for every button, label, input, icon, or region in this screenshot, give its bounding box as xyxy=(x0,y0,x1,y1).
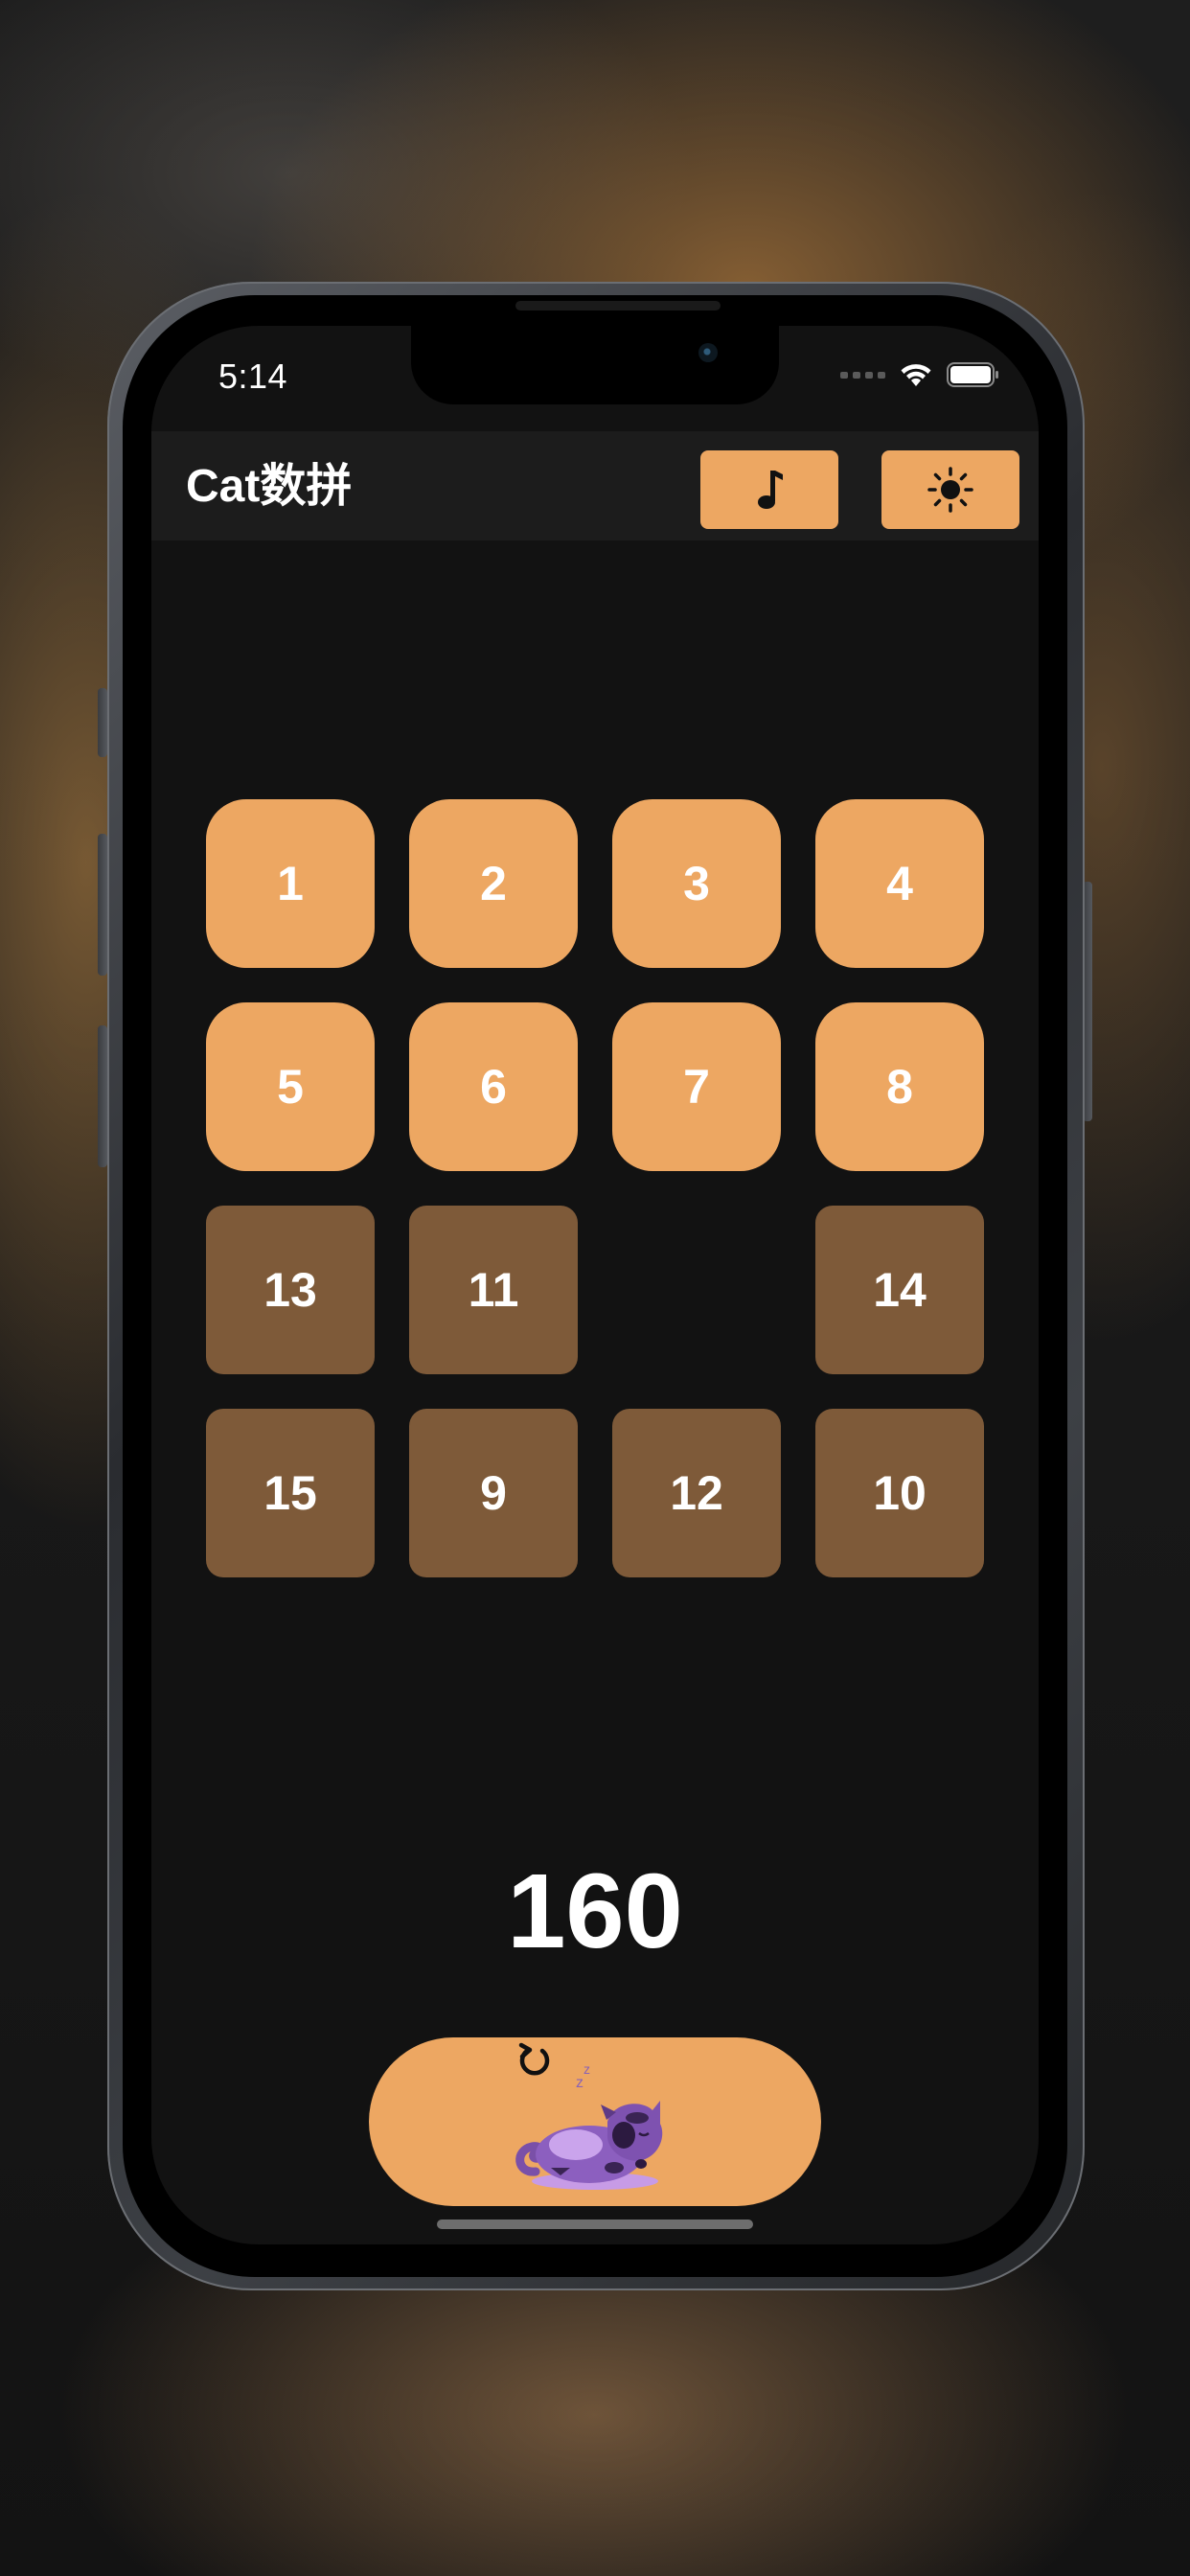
theme-button[interactable] xyxy=(881,450,1019,529)
tile[interactable]: 2 xyxy=(409,799,578,968)
phone-volume-up-button xyxy=(98,834,107,976)
status-icons xyxy=(840,360,1000,389)
score-display: 160 xyxy=(507,1852,683,1970)
tile[interactable]: 4 xyxy=(815,799,984,968)
status-time: 5:14 xyxy=(218,356,288,396)
svg-text:z: z xyxy=(576,2075,584,2091)
tile[interactable]: 13 xyxy=(206,1206,375,1374)
sun-icon xyxy=(927,467,973,513)
tile[interactable]: 8 xyxy=(815,1002,984,1171)
app-header: Cat数拼 xyxy=(151,431,1039,540)
phone-screen: 5:14 Cat数拼 1 2 3 4 5 6 7 8 13 11 14 15 9… xyxy=(151,326,1039,2244)
tile[interactable]: 3 xyxy=(612,799,781,968)
signal-dots-icon xyxy=(840,371,885,379)
tile[interactable]: 15 xyxy=(206,1409,375,1577)
tile[interactable]: 11 xyxy=(409,1206,578,1374)
app-title: Cat数拼 xyxy=(186,461,353,512)
tile[interactable]: 6 xyxy=(409,1002,578,1171)
reset-button[interactable]: z z xyxy=(369,2037,821,2206)
tile[interactable]: 10 xyxy=(815,1409,984,1577)
battery-icon xyxy=(947,362,998,387)
music-note-icon xyxy=(758,471,783,509)
front-camera xyxy=(698,343,718,362)
svg-text:z: z xyxy=(584,2061,590,2077)
tile[interactable]: 5 xyxy=(206,1002,375,1171)
wifi-icon xyxy=(901,364,931,386)
tile[interactable]: 7 xyxy=(612,1002,781,1171)
earpiece-speaker xyxy=(515,301,721,310)
tile[interactable]: 14 xyxy=(815,1206,984,1374)
phone-volume-down-button xyxy=(98,1025,107,1167)
dynamic-island-notch xyxy=(411,326,779,404)
tile[interactable]: 12 xyxy=(612,1409,781,1577)
tile[interactable]: 9 xyxy=(409,1409,578,1577)
sleeping-cat-icon: z z xyxy=(515,2061,663,2190)
home-indicator xyxy=(437,2220,753,2229)
music-button[interactable] xyxy=(700,450,838,529)
tile[interactable]: 1 xyxy=(206,799,375,968)
phone-action-button xyxy=(98,688,107,757)
